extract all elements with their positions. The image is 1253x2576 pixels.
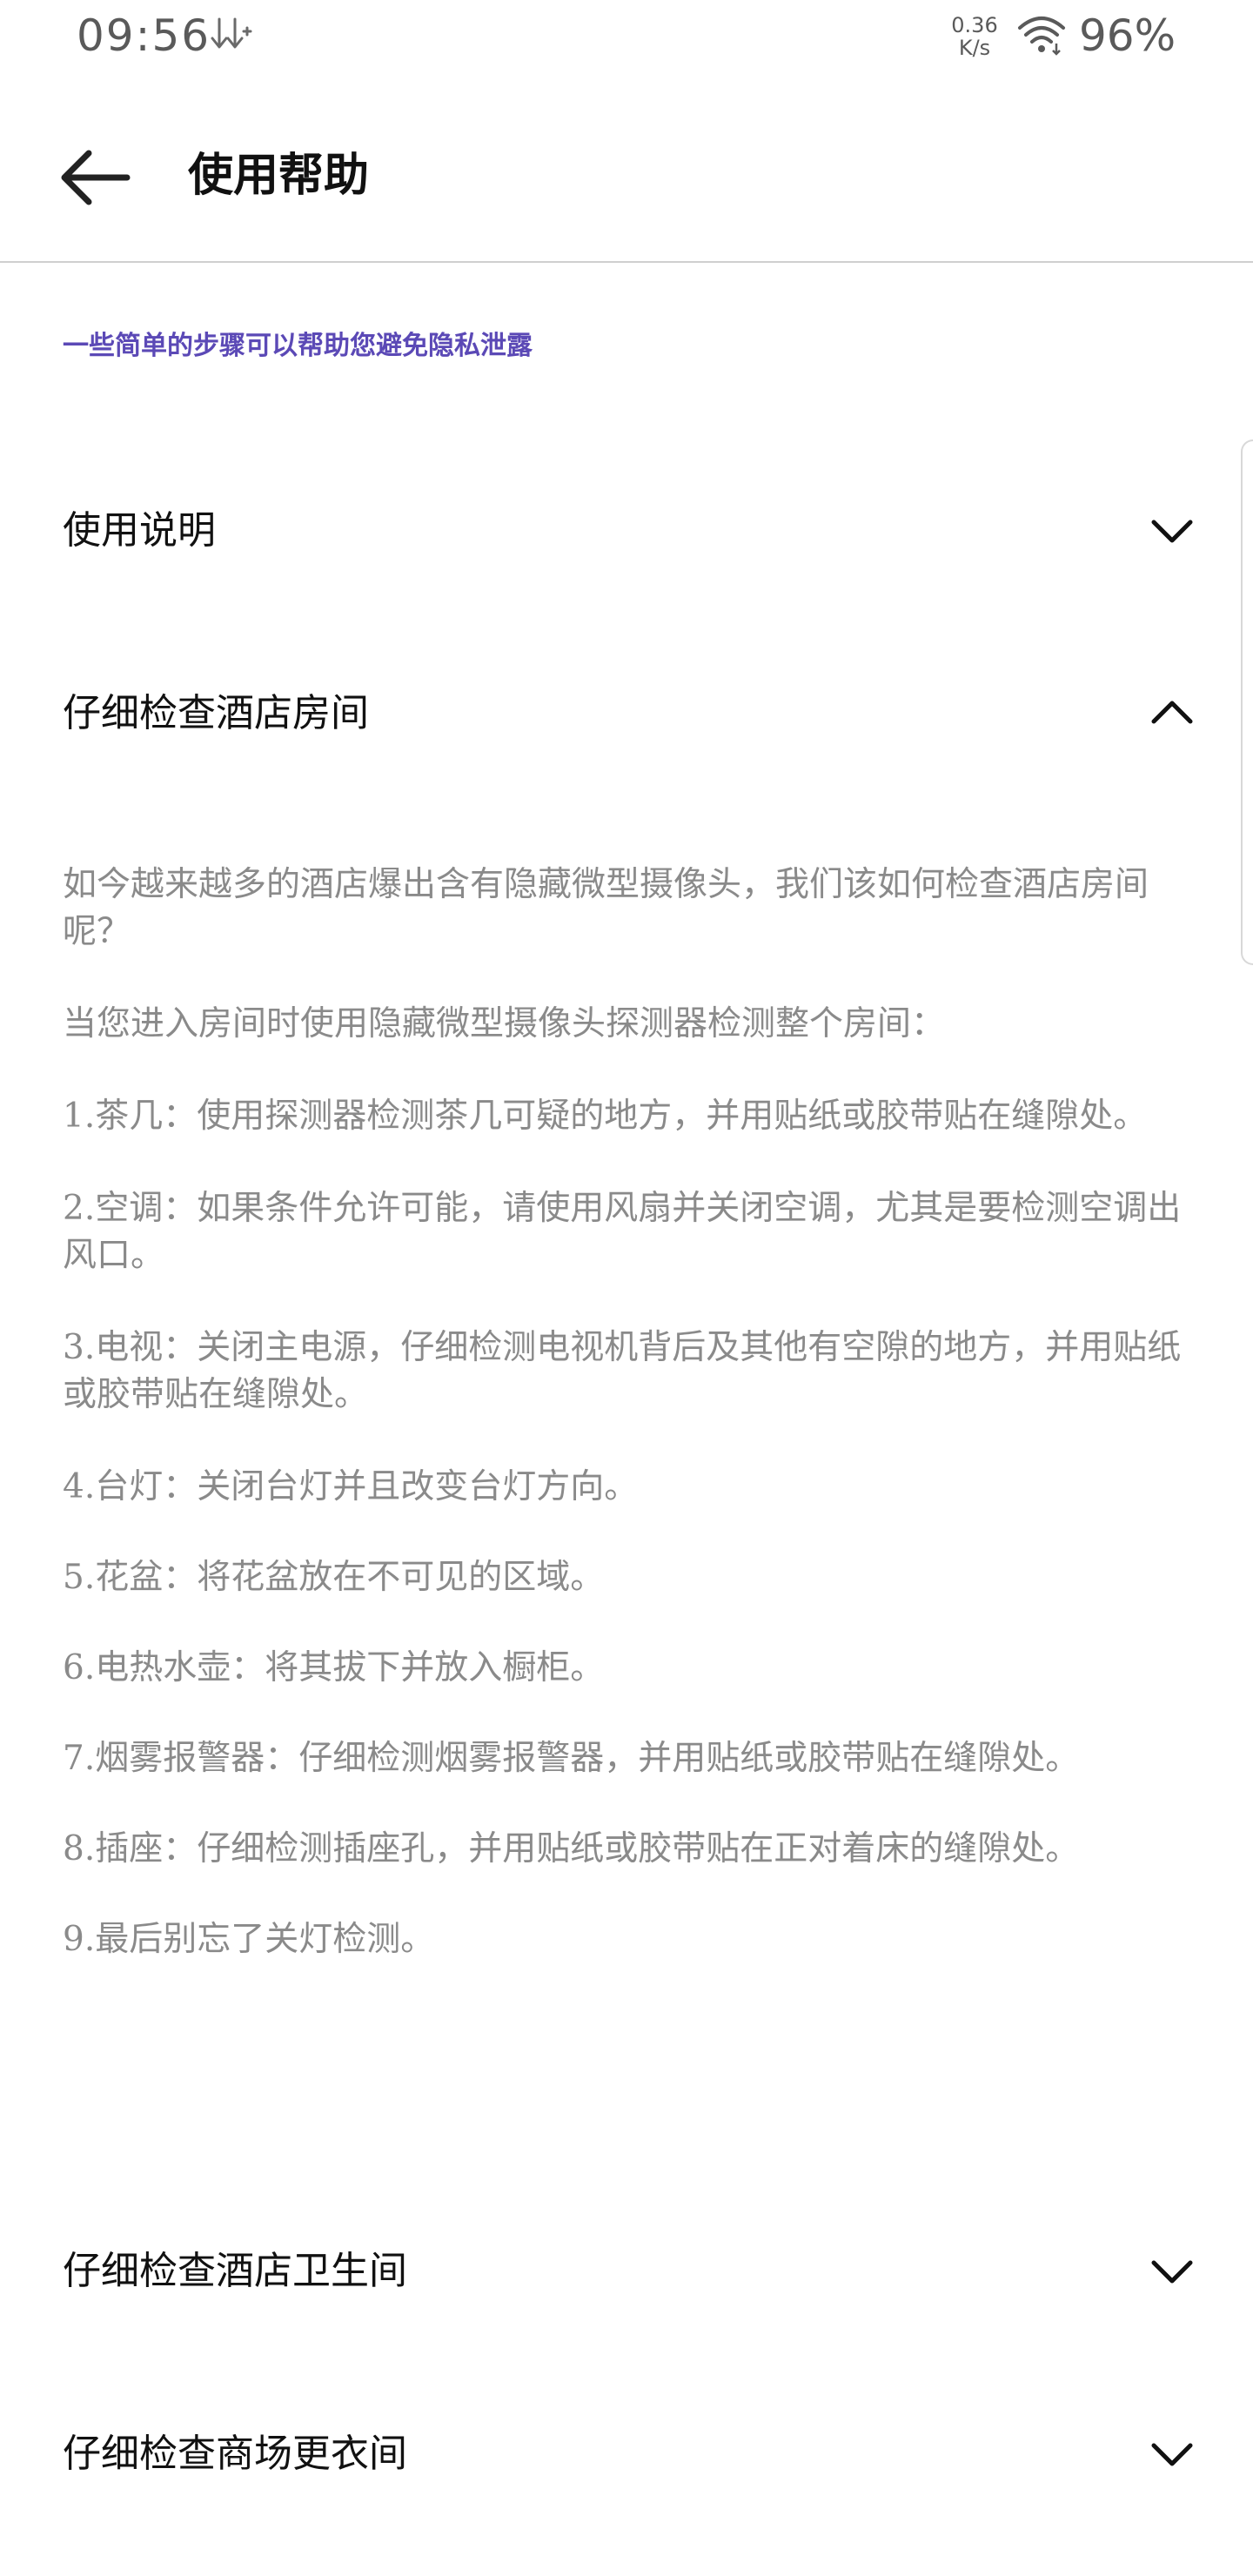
chevron-down-icon: [1151, 520, 1193, 543]
content-step: 5.花盆：将花盆放在不可见的区域。: [63, 1558, 605, 1597]
app-bar: 使用帮助: [0, 96, 1253, 263]
content-step: 8.插座：仔细检测插座孔，并用贴纸或胶带贴在正对着床的缝隙处。: [63, 1829, 1080, 1868]
hotel-room-content: 如今越来越多的酒店爆出含有隐藏微型摄像头，我们该如何检查酒店房间呢？ 当您进入房…: [63, 862, 1194, 2007]
network-speed-unit: K/s: [958, 36, 991, 60]
section-usage-instructions[interactable]: 使用说明: [0, 470, 1253, 592]
content-step: 1.茶几：使用探测器检测茶几可疑的地方，并用贴纸或胶带贴在缝隙处。: [63, 1097, 1148, 1136]
network-speed-value: 0.36: [951, 13, 998, 37]
section-title: 使用说明: [63, 508, 216, 553]
section-hotel-bathroom[interactable]: 仔细检查酒店卫生间: [0, 2210, 1253, 2332]
status-bar: 09:56 0.36 K/s 96%: [0, 0, 1253, 78]
content-step: 4.台灯：关闭台灯并且改变台灯方向。: [63, 1467, 639, 1506]
wifi-icon: [1018, 17, 1065, 56]
status-time: 09:56: [77, 10, 211, 61]
content-instruction: 当您进入房间时使用隐藏微型摄像头探测器检测整个房间：: [63, 1004, 946, 1043]
content-step: 2.空调：如果条件允许可能，请使用风扇并关闭空调，尤其是要检测空调出风口。: [63, 1189, 1182, 1275]
section-hotel-room[interactable]: 仔细检查酒店房间: [0, 653, 1253, 775]
page-title: 使用帮助: [188, 150, 370, 202]
battery-percentage: 96%: [1079, 10, 1176, 61]
content-intro: 如今越来越多的酒店爆出含有隐藏微型摄像头，我们该如何检查酒店房间呢？: [63, 865, 1149, 951]
section-title: 仔细检查商场更衣间: [63, 2432, 407, 2476]
content-step: 7.烟雾报警器：仔细检测烟雾报警器，并用贴纸或胶带贴在缝隙处。: [63, 1739, 1080, 1778]
section-title: 仔细检查酒店房间: [63, 691, 369, 735]
download-arrows-icon: [211, 17, 252, 49]
chevron-down-icon: [1151, 2443, 1193, 2466]
network-speed: 0.36 K/s: [948, 14, 1001, 59]
chevron-up-icon: [1151, 701, 1193, 724]
section-mall-fitting-room[interactable]: 仔细检查商场更衣间: [0, 2393, 1253, 2515]
section-title: 仔细检查酒店卫生间: [63, 2249, 407, 2293]
content-step: 9.最后别忘了关灯检测。: [63, 1920, 435, 1959]
privacy-hint: 一些简单的步骤可以帮助您避免隐私泄露: [63, 331, 533, 361]
content-step: 6.电热水壶：将其拔下并放入橱柜。: [63, 1648, 605, 1687]
content-step: 3.电视：关闭主电源，仔细检测电视机背后及其他有空隙的地方，并用贴纸或胶带贴在缝…: [63, 1328, 1182, 1414]
back-arrow-icon[interactable]: [54, 136, 137, 219]
chevron-down-icon: [1151, 2260, 1193, 2284]
